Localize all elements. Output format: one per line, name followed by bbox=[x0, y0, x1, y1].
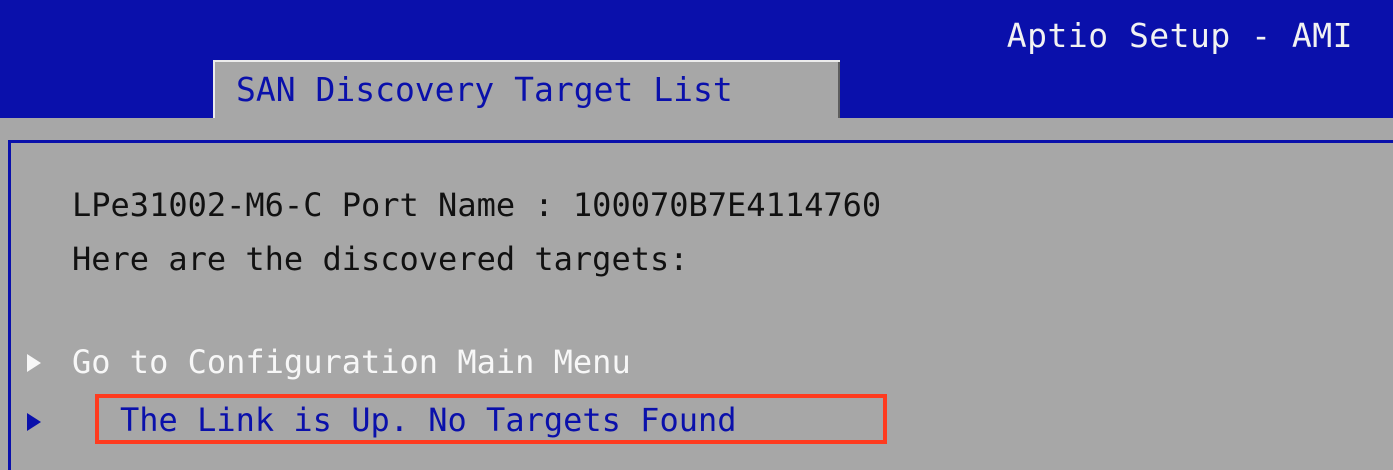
panel-frame-left bbox=[8, 140, 11, 470]
setup-content-panel: LPe31002-M6-C Port Name : 100070B7E41147… bbox=[0, 118, 1393, 470]
bios-setup-screen: Aptio Setup - AMI SAN Discovery Target L… bbox=[0, 0, 1393, 470]
discovered-targets-heading: Here are the discovered targets: bbox=[72, 240, 689, 278]
port-name-text: LPe31002-M6-C Port Name : 100070B7E41147… bbox=[72, 186, 882, 224]
menu-item-configuration-main-menu[interactable]: Go to Configuration Main Menu bbox=[72, 339, 631, 385]
setup-header: Aptio Setup - AMI SAN Discovery Target L… bbox=[0, 0, 1393, 118]
tab-san-discovery-target-list[interactable]: SAN Discovery Target List bbox=[213, 60, 840, 118]
panel-frame-top bbox=[8, 140, 1393, 143]
app-title: Aptio Setup - AMI bbox=[1006, 16, 1353, 55]
tab-label: SAN Discovery Target List bbox=[236, 70, 733, 109]
right-triangle-arrow-icon bbox=[27, 413, 41, 431]
menu-item-no-targets-found[interactable]: The Link is Up. No Targets Found bbox=[120, 397, 737, 443]
right-triangle-arrow-icon bbox=[27, 354, 41, 372]
